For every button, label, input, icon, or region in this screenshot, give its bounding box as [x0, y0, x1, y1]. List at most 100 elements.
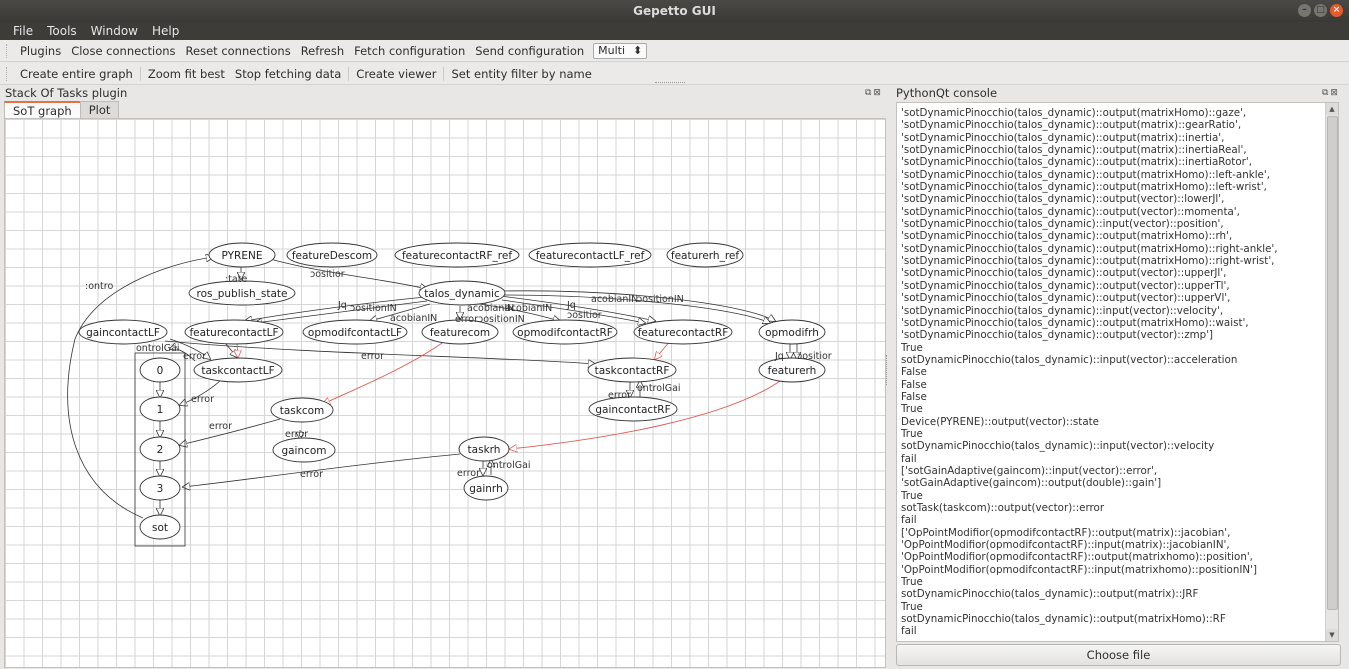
close-icon[interactable]: × — [1330, 4, 1343, 17]
console-line: True — [901, 403, 923, 416]
console-line: ['OpPointModifior(opmodifcontactRF)::out… — [901, 526, 1231, 539]
node-1[interactable]: 1 — [157, 404, 164, 416]
toolbar-separator — [348, 66, 350, 81]
tab-plot[interactable]: Plot — [79, 101, 120, 119]
refresh-button[interactable]: Refresh — [296, 44, 349, 58]
node-featurecontactRF[interactable]: featurecontactRF — [638, 327, 729, 339]
menu-window[interactable]: Window — [91, 22, 138, 40]
node-ros-publish-state[interactable]: ros_publish_state — [196, 288, 287, 300]
stop-fetching-data-button[interactable]: Stop fetching data — [230, 67, 346, 81]
node-taskcontactRF[interactable]: taskcontactRF — [595, 365, 670, 377]
menu-file[interactable]: File — [13, 22, 33, 40]
edge-fcLF-taskLF — [224, 342, 237, 357]
console-line: 'OpPointModifior(opmodifcontactRF)::outp… — [901, 551, 1253, 564]
scroll-thumb[interactable] — [1327, 116, 1338, 610]
console-line: fail — [901, 514, 917, 527]
fetch-configuration-button[interactable]: Fetch configuration — [349, 44, 470, 58]
node-featurecontactLF[interactable]: featurecontactLF — [189, 327, 278, 339]
reset-connections-button[interactable]: Reset connections — [181, 44, 296, 58]
node-2[interactable]: 2 — [157, 444, 164, 456]
close-connections-button[interactable]: Close connections — [66, 44, 180, 58]
console-line: True — [901, 576, 923, 589]
sot-graph-canvas[interactable]: PYRENE featureDescom featurecontactRF_re… — [4, 118, 886, 668]
node-gaincontactLF[interactable]: gaincontactLF — [86, 327, 160, 339]
console-line: False — [901, 390, 927, 403]
node-sot[interactable]: sot — [152, 522, 168, 534]
console-line: 'OpPointModifior(opmodifcontactRF)::inpu… — [901, 539, 1230, 552]
console-output: 'sotDynamicPinocchio(talos_dynamic)::out… — [901, 107, 1321, 638]
console-line: 'sotDynamicPinocchio(talos_dynamic)::out… — [901, 267, 1227, 280]
console-line: 'sotDynamicPinocchio(talos_dynamic)::out… — [901, 156, 1252, 169]
node-gaincontactRF[interactable]: gaincontactRF — [595, 404, 670, 416]
edge-label: Jq — [337, 300, 347, 311]
node-opmodifcontactRF[interactable]: opmodifcontactRF — [517, 327, 613, 339]
node-opmodifcontactLF[interactable]: opmodifcontactLF — [308, 327, 402, 339]
node-taskcontactLF[interactable]: taskcontactLF — [201, 365, 274, 377]
edge-label: :ontro — [85, 281, 113, 292]
edge-label: ɔositior — [567, 310, 602, 321]
edge-label: ontrolGai — [487, 460, 531, 471]
edge-fcLF-taskLF-err — [237, 342, 238, 357]
send-mode-select[interactable]: Multi ⬍ — [593, 42, 648, 59]
send-mode-value: Multi — [598, 44, 626, 57]
toolbar-separator — [443, 66, 445, 81]
console-line: fail — [901, 625, 917, 638]
console-line: 'sotDynamicPinocchio(talos_dynamic)::inp… — [901, 218, 1224, 231]
node-featurecontactRF-ref[interactable]: featurecontactRF_ref — [402, 250, 512, 262]
panel-splitter[interactable] — [886, 355, 891, 385]
node-gaincom[interactable]: gaincom — [281, 445, 326, 457]
maximize-icon[interactable]: □ — [1314, 4, 1327, 17]
node-featurecontactLF-ref[interactable]: featurecontactLF_ref — [536, 250, 645, 262]
create-viewer-button[interactable]: Create viewer — [351, 67, 441, 81]
zoom-fit-best-button[interactable]: Zoom fit best — [143, 67, 230, 81]
left-panel-dock-icons[interactable]: ⧉⊠ — [865, 88, 883, 98]
edge-label: ontrolGai — [136, 343, 180, 354]
edge-label: error — [361, 351, 384, 362]
console-line: 'sotDynamicPinocchio(talos_dynamic)::out… — [901, 107, 1247, 119]
create-entire-graph-button[interactable]: Create entire graph — [15, 67, 138, 81]
node-gainrh[interactable]: gainrh — [469, 483, 502, 495]
node-talos-dynamic[interactable]: talos_dynamic — [424, 288, 500, 300]
console-line: sotDynamicPinocchio(talos_dynamic)::inpu… — [901, 440, 1215, 453]
plugins-button[interactable]: Plugins — [15, 44, 66, 58]
node-pyrene[interactable]: PYRENE — [222, 250, 263, 262]
send-configuration-button[interactable]: Send configuration — [470, 44, 589, 58]
scroll-down-icon[interactable]: ▼ — [1326, 629, 1338, 641]
scroll-up-icon[interactable]: ▲ — [1326, 103, 1338, 115]
console-scrollbar[interactable]: ▲ ▼ — [1325, 103, 1338, 641]
graph-svg: PYRENE featureDescom featurecontactRF_re… — [67, 242, 832, 547]
node-taskcom[interactable]: taskcom — [280, 405, 325, 417]
console-line: False — [901, 378, 927, 391]
node-featurecom[interactable]: featurecom — [430, 327, 490, 339]
node-featureDescom[interactable]: featureDescom — [292, 250, 372, 262]
console-line: sotTask(taskcom)::output(vector)::error — [901, 502, 1105, 514]
console-line: sotDynamicPinocchio(talos_dynamic)::outp… — [901, 588, 1199, 601]
console-line: False — [901, 366, 927, 379]
choose-file-button[interactable]: Choose file — [896, 644, 1341, 666]
toolbar-grip-2[interactable] — [6, 66, 11, 81]
right-panel-title: PythonQt console — [896, 86, 998, 100]
console-line: 'sotDynamicPinocchio(talos_dynamic)::out… — [901, 205, 1240, 218]
console-line: True — [901, 427, 923, 440]
set-entity-filter-button[interactable]: Set entity filter by name — [446, 67, 596, 81]
left-panel-title: Stack Of Tasks plugin — [5, 86, 128, 100]
console-line: Device(PYRENE)::output(vector)::state — [901, 415, 1100, 428]
console-line: True — [901, 600, 923, 613]
python-console[interactable]: 'sotDynamicPinocchio(talos_dynamic)::out… — [896, 102, 1339, 642]
node-3[interactable]: 3 — [157, 483, 164, 495]
edge-label: ontrolGai — [637, 383, 681, 394]
toolbar-resize-handle[interactable] — [655, 82, 685, 85]
node-opmodifrh[interactable]: opmodifrh — [765, 327, 819, 339]
menu-help[interactable]: Help — [152, 22, 179, 40]
node-taskrh[interactable]: taskrh — [468, 444, 501, 456]
node-featurerh-ref[interactable]: featurerh_ref — [671, 250, 739, 262]
console-line: sotDynamicPinocchio(talos_dynamic)::inpu… — [901, 353, 1238, 366]
right-panel-dock-icons[interactable]: ⧉⊠ — [1322, 88, 1340, 98]
minimize-icon[interactable]: – — [1298, 4, 1311, 17]
node-0[interactable]: 0 — [157, 365, 164, 377]
node-featurerh[interactable]: featurerh — [768, 365, 817, 377]
menu-tools[interactable]: Tools — [47, 22, 77, 40]
toolbar-grip[interactable] — [6, 43, 11, 58]
edge-label: ɔositior — [310, 269, 345, 280]
edge-label: :tate — [225, 274, 247, 285]
